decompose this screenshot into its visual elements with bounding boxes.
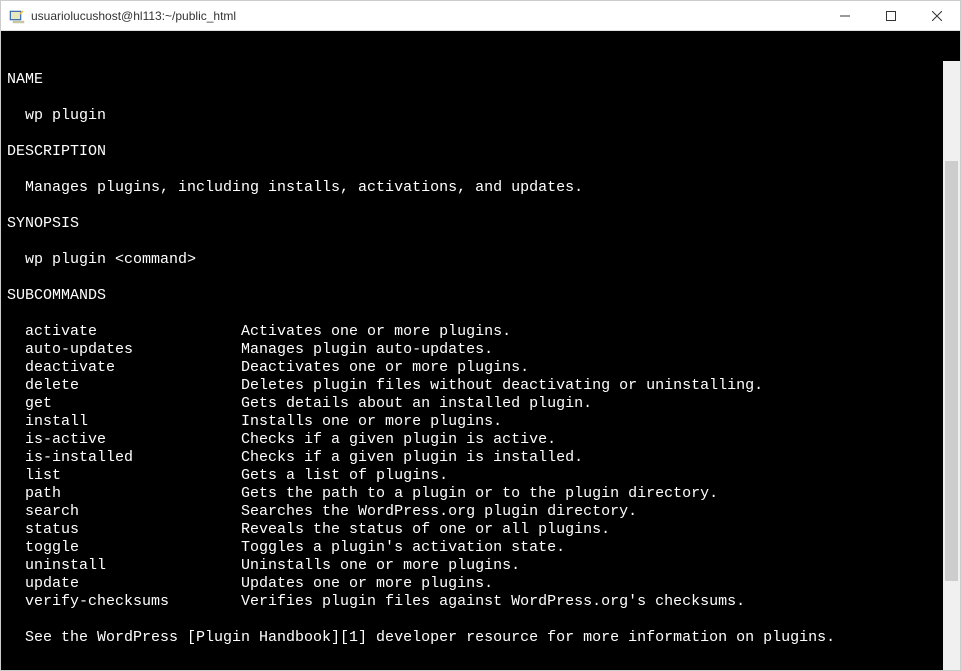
window-title: usuariolucushost@hl113:~/public_html: [31, 9, 822, 23]
putty-window: usuariolucushost@hl113:~/public_html NAM…: [0, 0, 961, 671]
close-button[interactable]: [914, 1, 960, 30]
window-controls: [822, 1, 960, 30]
terminal-content: NAME wp plugin DESCRIPTION Manages plugi…: [7, 71, 954, 670]
scrollbar-thumb[interactable]: [945, 161, 958, 581]
minimize-button[interactable]: [822, 1, 868, 30]
scrollbar-track[interactable]: [943, 61, 960, 670]
maximize-button[interactable]: [868, 1, 914, 30]
titlebar[interactable]: usuariolucushost@hl113:~/public_html: [1, 1, 960, 31]
putty-icon: [9, 8, 25, 24]
terminal-wrapper: NAME wp plugin DESCRIPTION Manages plugi…: [1, 31, 960, 670]
terminal[interactable]: NAME wp plugin DESCRIPTION Manages plugi…: [1, 31, 960, 670]
